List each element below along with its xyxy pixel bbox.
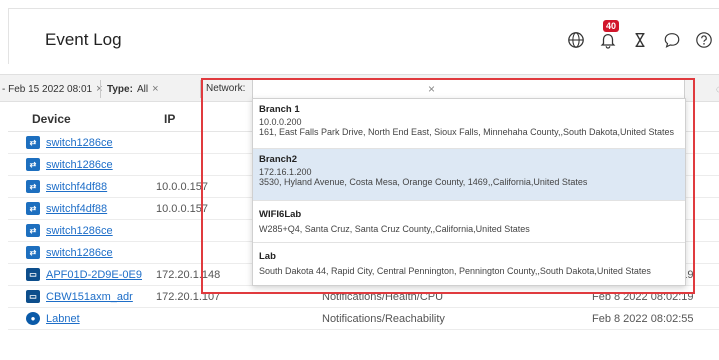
- timestamp-cell: Feb 8 2022 08:02:55: [592, 313, 694, 325]
- network-option-branch-1[interactable]: Branch 1 10.0.0.200 161, East Falls Park…: [253, 99, 685, 149]
- switch-icon: ⇄: [26, 180, 40, 193]
- chat-icon[interactable]: [661, 29, 683, 51]
- divider: [200, 80, 201, 98]
- device-link[interactable]: switch1286ce: [46, 247, 113, 259]
- device-link[interactable]: Labnet: [46, 313, 80, 325]
- device-cell: ● Labnet: [26, 312, 80, 325]
- network-option-branch2[interactable]: Branch2 172.16.1.200 3530, Hyland Avenue…: [253, 149, 685, 201]
- device-link[interactable]: switch1286ce: [46, 159, 113, 171]
- device-cell: ▭ CBW151axm_adr: [26, 290, 133, 303]
- divider: [100, 80, 101, 98]
- hourglass-icon[interactable]: [629, 29, 651, 51]
- network-option-address: 3530, Hyland Avenue, Costa Mesa, Orange …: [259, 177, 588, 187]
- network-option-name: WIFI6Lab: [259, 209, 302, 220]
- network-option-lab[interactable]: Lab South Dakota 44, Rapid City, Central…: [253, 243, 685, 285]
- globe-icon[interactable]: [565, 29, 587, 51]
- network-option-name: Branch2: [259, 154, 298, 165]
- timestamp-cell: Feb 8 2022 08:02:19: [592, 291, 694, 303]
- device-cell: ▭ APF01D-2D9E-0E9: [26, 268, 142, 281]
- notification-badge: 40: [603, 20, 620, 32]
- ip-cell: 10.0.0.157: [156, 181, 208, 193]
- event-type-cell: Notifications/Health/CPU: [322, 291, 444, 303]
- network-option-address: W285+Q4, Santa Cruz, Santa Cruz County,,…: [259, 224, 530, 234]
- device-cell: ⇄ switch1286ce: [26, 158, 113, 171]
- access-point-icon: ▭: [26, 290, 40, 303]
- help-icon[interactable]: [693, 29, 715, 51]
- device-link[interactable]: CBW151axm_adr: [46, 291, 133, 303]
- table-row[interactable]: ▭ CBW151axm_adr 172.20.1.107 Notificatio…: [8, 286, 719, 308]
- device-cell: ⇄ switch1286ce: [26, 136, 113, 149]
- network-filter-label: Network:: [206, 83, 246, 94]
- network-option-name: Branch 1: [259, 104, 300, 115]
- network-option-address: 161, East Falls Park Drive, North End Ea…: [259, 127, 675, 137]
- device-cell: ⇄ switchf4df88: [26, 202, 107, 215]
- device-link[interactable]: switchf4df88: [46, 203, 107, 215]
- ip-cell: 172.20.1.107: [156, 291, 221, 303]
- ip-cell: 10.0.0.157: [156, 203, 208, 215]
- ip-cell: 172.20.1.148: [156, 269, 221, 281]
- type-filter-label: Type:: [107, 83, 133, 95]
- device-cell: ⇄ switch1286ce: [26, 224, 113, 237]
- network-icon: ●: [26, 312, 40, 325]
- event-type-cell: Notifications/Reachability: [322, 313, 445, 325]
- page-title: Event Log: [45, 30, 122, 49]
- device-cell: ⇄ switch1286ce: [26, 246, 113, 259]
- date-filter-text: - Feb 15 2022 08:01: [2, 83, 93, 95]
- table-row[interactable]: ● Labnet Notifications/Reachability Feb …: [8, 308, 719, 330]
- device-link[interactable]: switch1286ce: [46, 137, 113, 149]
- switch-icon: ⇄: [26, 136, 40, 149]
- device-link[interactable]: switchf4df88: [46, 181, 107, 193]
- device-link[interactable]: APF01D-2D9E-0E9: [46, 269, 142, 281]
- network-option-name: Lab: [259, 251, 276, 262]
- clear-network-icon[interactable]: ×: [428, 82, 435, 96]
- bell-icon[interactable]: 40: [597, 20, 620, 51]
- remove-type-filter-icon[interactable]: ×: [152, 83, 158, 95]
- network-option-ip: 10.0.0.200: [259, 117, 302, 127]
- device-link[interactable]: switch1286ce: [46, 225, 113, 237]
- device-cell: ⇄ switchf4df88: [26, 180, 107, 193]
- network-dropdown: Branch 1 10.0.0.200 161, East Falls Park…: [252, 98, 686, 286]
- column-header-ip[interactable]: IP: [164, 112, 175, 126]
- column-header-device[interactable]: Device: [32, 112, 71, 126]
- switch-icon: ⇄: [26, 246, 40, 259]
- access-point-icon: ▭: [26, 268, 40, 281]
- header-icons: 40: [565, 20, 715, 51]
- network-option-ip: 172.16.1.200: [259, 167, 312, 177]
- network-filter-input[interactable]: [252, 79, 685, 99]
- type-filter-chip[interactable]: Type: All ×: [107, 80, 159, 98]
- network-option-wifi6lab[interactable]: WIFI6Lab W285+Q4, Santa Cruz, Santa Cruz…: [253, 201, 685, 243]
- network-option-address: South Dakota 44, Rapid City, Central Pen…: [259, 266, 651, 276]
- page-header: Event Log 40: [8, 8, 719, 64]
- switch-icon: ⇄: [26, 224, 40, 237]
- switch-icon: ⇄: [26, 158, 40, 171]
- type-filter-value: All: [136, 83, 149, 95]
- date-filter-chip[interactable]: - Feb 15 2022 08:01 ×: [2, 80, 103, 98]
- switch-icon: ⇄: [26, 202, 40, 215]
